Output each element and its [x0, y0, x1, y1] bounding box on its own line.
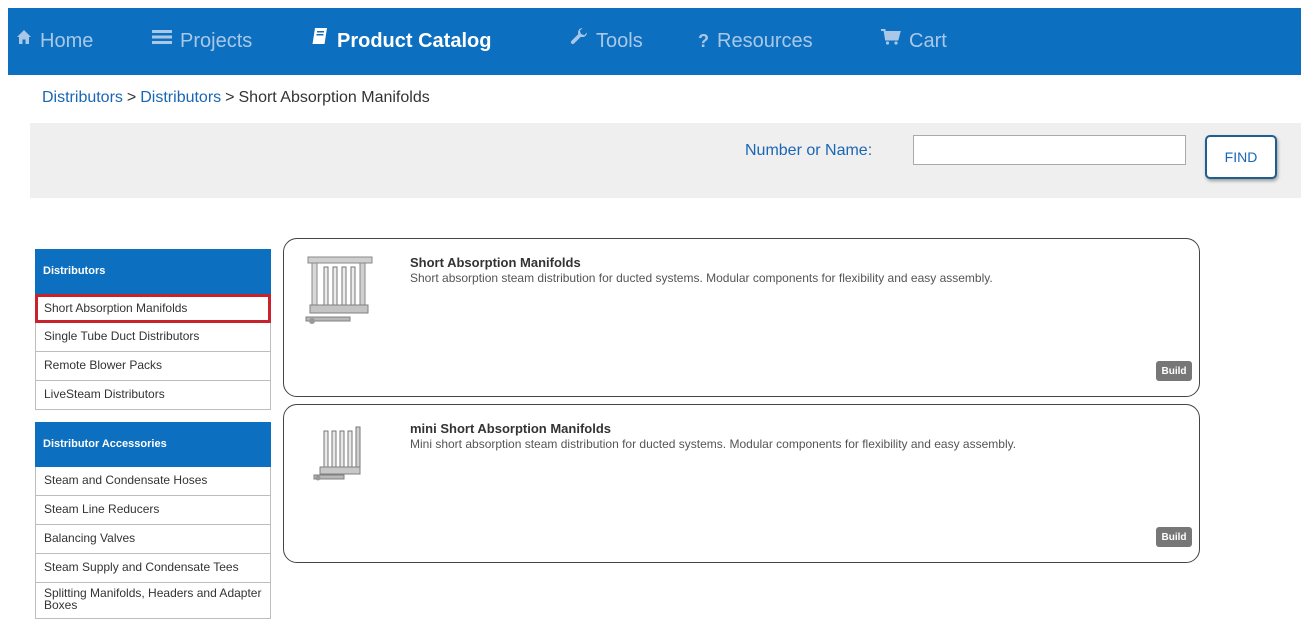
nav-projects[interactable]: Projects [152, 8, 252, 75]
sidebar-item-steam-condensate-hoses[interactable]: Steam and Condensate Hoses [35, 467, 271, 496]
product-title[interactable]: Short Absorption Manifolds [410, 255, 581, 270]
nav-product-catalog[interactable]: Product Catalog [311, 8, 491, 75]
build-button[interactable]: Build [1156, 361, 1192, 381]
sidebar-item-steam-supply-condensate-tees[interactable]: Steam Supply and Condensate Tees [35, 554, 271, 583]
sidebar-header-distributors[interactable]: Distributors [35, 249, 271, 294]
sidebar-item-splitting-manifolds[interactable]: Splitting Manifolds, Headers and Adapter… [35, 583, 271, 619]
product-description: Mini short absorption steam distribution… [410, 437, 1017, 451]
breadcrumb-separator: > [126, 89, 137, 106]
search-label: Number or Name: [745, 142, 873, 159]
nav-tools[interactable]: Tools [570, 8, 643, 75]
sidebar-item-remote-blower-packs[interactable]: Remote Blower Packs [35, 352, 271, 381]
search-input[interactable] [913, 135, 1186, 165]
nav-cart-label: Cart [909, 30, 947, 52]
sidebar-item-short-absorption-manifolds[interactable]: Short Absorption Manifolds [35, 294, 271, 323]
product-title[interactable]: mini Short Absorption Manifolds [410, 421, 611, 436]
breadcrumb-current: Short Absorption Manifolds [238, 89, 430, 106]
product-card: Short Absorption Manifolds Short absorpt… [283, 238, 1200, 397]
nav-resources[interactable]: ? Resources [698, 8, 813, 75]
nav-product-catalog-label: Product Catalog [337, 30, 492, 52]
breadcrumb-link-distributors[interactable]: Distributors [42, 89, 123, 106]
product-image-short-absorption-manifold[interactable] [302, 251, 377, 329]
breadcrumb-link-distributors-2[interactable]: Distributors [140, 89, 221, 106]
cart-icon [881, 6, 901, 73]
question-icon: ? [698, 31, 709, 52]
product-description: Short absorption steam distribution for … [410, 271, 993, 285]
home-icon [16, 6, 32, 73]
sidebar-item-steam-line-reducers[interactable]: Steam Line Reducers [35, 496, 271, 525]
nav-home-label: Home [40, 30, 94, 52]
search-panel: Number or Name: FIND [30, 123, 1301, 198]
nav-resources-label: Resources [717, 30, 813, 52]
sidebar-item-balancing-valves[interactable]: Balancing Valves [35, 525, 271, 554]
nav-tools-label: Tools [596, 30, 643, 52]
find-button[interactable]: FIND [1205, 135, 1277, 179]
book-icon [311, 6, 329, 73]
product-card: mini Short Absorption Manifolds Mini sho… [283, 404, 1200, 563]
sidebar: Distributors Short Absorption Manifolds … [35, 249, 271, 619]
breadcrumb-separator: > [225, 89, 235, 106]
nav-cart[interactable]: Cart [881, 8, 947, 75]
wrench-icon [570, 6, 588, 73]
sidebar-item-single-tube-duct-distributors[interactable]: Single Tube Duct Distributors [35, 323, 271, 352]
top-nav-bar: Home Projects Product Catalog Tools ? Res… [8, 8, 1301, 75]
nav-home[interactable]: Home [16, 8, 93, 75]
sidebar-header-distributor-accessories[interactable]: Distributor Accessories [35, 422, 271, 467]
nav-projects-label: Projects [180, 30, 253, 52]
sidebar-item-livesteam-distributors[interactable]: LiveSteam Distributors [35, 381, 271, 410]
product-image-mini-short-absorption-manifold[interactable] [302, 417, 377, 495]
list-icon [152, 6, 172, 73]
build-button[interactable]: Build [1156, 527, 1192, 547]
breadcrumb: Distributors > Distributors > Short Absorpti… [42, 89, 430, 107]
